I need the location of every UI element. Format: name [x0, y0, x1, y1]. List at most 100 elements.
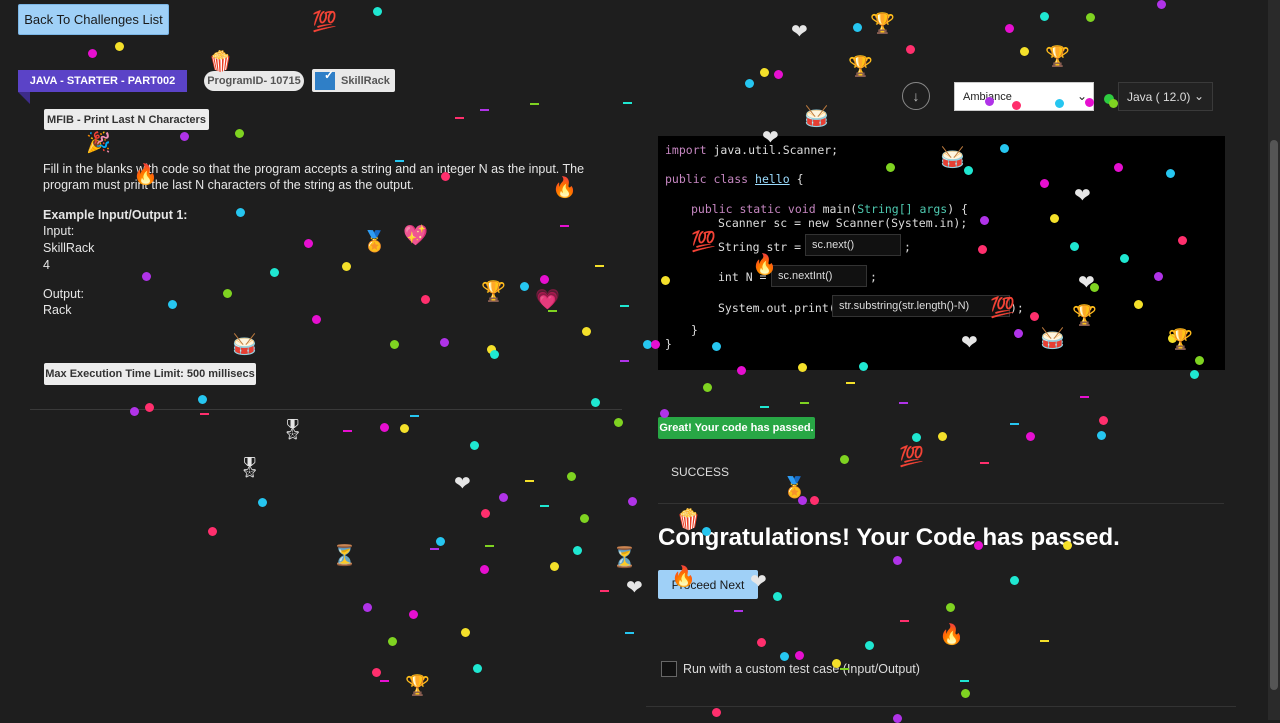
confetti-emoji-icon: 🏆 — [1072, 305, 1097, 327]
confetti-dot — [1010, 576, 1019, 585]
confetti-emoji-icon: 🔥 — [133, 164, 158, 186]
confetti-dot — [573, 546, 582, 555]
confetti-dot — [859, 362, 868, 371]
confetti-emoji-icon: 🎉 — [86, 132, 111, 154]
time-limit-badge: Max Execution Time Limit: 500 millisecs — [44, 363, 256, 385]
confetti-streamer — [980, 462, 989, 464]
result-divider — [658, 503, 1224, 504]
confetti-dot — [363, 603, 372, 612]
confetti-emoji-icon: ❤ — [791, 21, 808, 43]
scrollbar-thumb[interactable] — [1270, 140, 1278, 690]
confetti-dot — [304, 239, 313, 248]
confetti-dot — [906, 45, 915, 54]
language-select[interactable]: Java ( 12.0) ⌄ — [1118, 82, 1213, 111]
confetti-dot — [1178, 236, 1187, 245]
confetti-dot — [1099, 416, 1108, 425]
confetti-emoji-icon: 🏆 — [1168, 329, 1193, 351]
confetti-dot — [1134, 300, 1143, 309]
confetti-dot — [145, 403, 154, 412]
skillrack-brand[interactable]: SkillRack — [312, 68, 395, 92]
confetti-dot — [520, 282, 529, 291]
confetti-streamer — [595, 265, 604, 267]
code-line-class: public class hello { — [665, 172, 804, 186]
blank-input-3[interactable]: str.substring(str.length()-N) — [832, 295, 1010, 317]
blank-input-2[interactable]: sc.nextInt() — [771, 265, 867, 287]
confetti-dot — [660, 409, 669, 418]
confetti-dot — [421, 295, 430, 304]
confetti-dot — [840, 455, 849, 464]
confetti-emoji-icon: 🏅 — [362, 231, 387, 253]
confetti-dot — [168, 300, 177, 309]
confetti-streamer — [625, 632, 634, 634]
confetti-emoji-icon: ❤ — [750, 571, 767, 593]
confetti-streamer — [1010, 423, 1019, 425]
confetti-dot — [499, 493, 508, 502]
confetti-emoji-icon: 💗 — [535, 289, 560, 311]
confetti-emoji-icon: ⏳ — [612, 547, 637, 569]
confetti-dot — [798, 363, 807, 372]
confetti-dot — [481, 509, 490, 518]
bottom-divider — [646, 706, 1236, 707]
confetti-emoji-icon: 🥁 — [232, 334, 257, 356]
confetti-dot — [893, 556, 902, 565]
confetti-dot — [1085, 98, 1094, 107]
confetti-dot — [893, 714, 902, 723]
confetti-streamer — [620, 305, 629, 307]
confetti-streamer — [395, 160, 404, 162]
confetti-dot — [480, 565, 489, 574]
confetti-emoji-icon: 🔥 — [671, 566, 696, 588]
confetti-streamer — [620, 360, 629, 362]
confetti-streamer — [600, 590, 609, 592]
confetti-dot — [1000, 144, 1009, 153]
confetti-dot — [651, 340, 660, 349]
confetti-dot — [440, 338, 449, 347]
back-to-challenges-button[interactable]: Back To Challenges List — [18, 4, 169, 35]
confetti-emoji-icon: 🏆 — [1045, 46, 1070, 68]
scroll-down-icon[interactable]: ↓ — [902, 82, 930, 110]
confetti-emoji-icon: ⏳ — [332, 545, 357, 567]
confetti-dot — [1055, 99, 1064, 108]
blank-input-1[interactable]: sc.next() — [805, 234, 901, 256]
confetti-dot — [886, 163, 895, 172]
confetti-emoji-icon: 🎖 — [237, 457, 263, 479]
confetti-dot — [235, 129, 244, 138]
custom-test-checkbox[interactable] — [661, 661, 677, 677]
skillrack-logo-icon — [315, 68, 335, 90]
confetti-dot — [1063, 541, 1072, 550]
confetti-dot — [270, 268, 279, 277]
confetti-dot — [795, 651, 804, 660]
confetti-streamer — [840, 668, 849, 670]
confetti-dot — [810, 496, 819, 505]
confetti-emoji-icon: 💯 — [691, 231, 716, 253]
code-line-import: import java.util.Scanner; — [665, 143, 839, 157]
confetti-dot — [853, 23, 862, 32]
confetti-dot — [760, 68, 769, 77]
code-close-inner: } — [691, 323, 698, 337]
custom-test-row[interactable]: Run with a custom test case (Input/Outpu… — [661, 661, 920, 677]
confetti-emoji-icon: 🥁 — [804, 106, 829, 128]
problem-description: Fill in the blanks with code so that the… — [43, 162, 585, 192]
language-select-value: Java ( 12.0) — [1127, 89, 1191, 104]
confetti-emoji-icon: 🔥 — [552, 177, 577, 199]
theme-select[interactable]: Ambiance ⌄ — [954, 82, 1094, 111]
confetti-emoji-icon: 💖 — [403, 225, 428, 247]
confetti-dot — [757, 638, 766, 647]
confetti-dot — [1154, 272, 1163, 281]
confetti-streamer — [960, 680, 969, 682]
confetti-dot — [258, 498, 267, 507]
confetti-emoji-icon: 🎖 — [280, 419, 306, 441]
confetti-streamer — [1080, 396, 1089, 398]
confetti-emoji-icon: 🏆 — [870, 13, 895, 35]
confetti-emoji-icon: ❤ — [762, 127, 779, 149]
confetti-dot — [436, 537, 445, 546]
confetti-dot — [1020, 47, 1029, 56]
confetti-dot — [400, 424, 409, 433]
code-editor[interactable]: import java.util.Scanner; public class h… — [658, 136, 1225, 370]
confetti-streamer — [480, 109, 489, 111]
confetti-dot — [703, 383, 712, 392]
confetti-dot — [1050, 214, 1059, 223]
confetti-streamer — [410, 415, 419, 417]
confetti-emoji-icon: 💯 — [990, 297, 1015, 319]
confetti-streamer — [380, 680, 389, 682]
confetti-streamer — [734, 610, 743, 612]
